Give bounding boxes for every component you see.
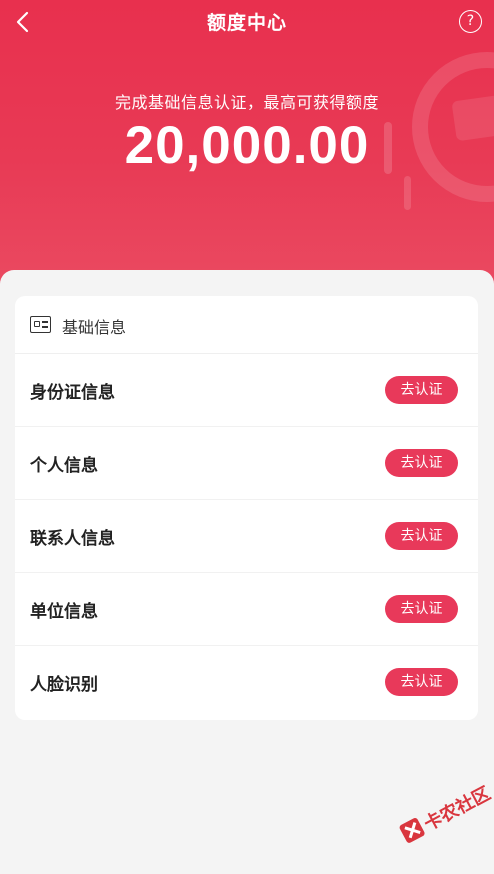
nav-bar: 额度中心 ? xyxy=(0,0,494,44)
id-card-icon xyxy=(30,316,51,333)
verify-button[interactable]: 去认证 xyxy=(385,449,458,477)
page: 额度中心 ? 完成基础信息认证，最高可获得额度 20,000.00 基础信息 身… xyxy=(0,0,494,874)
list-item-id-card[interactable]: 身份证信息 去认证 xyxy=(15,354,478,427)
card-title: 基础信息 xyxy=(62,318,127,337)
credit-amount: 20,000.00 xyxy=(124,116,370,175)
verify-button[interactable]: 去认证 xyxy=(385,376,458,404)
question-circle-icon[interactable]: ? xyxy=(459,10,482,33)
hero-subtitle: 完成基础信息认证，最高可获得额度 xyxy=(114,93,379,112)
list-item-label: 身份证信息 xyxy=(30,383,115,403)
list-item-personal-info[interactable]: 个人信息 去认证 xyxy=(15,427,478,500)
card-header: 基础信息 xyxy=(15,296,478,354)
verify-button[interactable]: 去认证 xyxy=(385,595,458,623)
list-item-contacts[interactable]: 联系人信息 去认证 xyxy=(15,500,478,573)
list-item-label: 人脸识别 xyxy=(30,675,98,695)
page-title: 额度中心 xyxy=(206,12,287,34)
decorative-bar xyxy=(404,176,411,210)
watermark-logo-icon xyxy=(398,816,426,844)
list-item-employer[interactable]: 单位信息 去认证 xyxy=(15,573,478,646)
list-item-label: 单位信息 xyxy=(30,602,98,622)
basic-info-card: 基础信息 身份证信息 去认证 个人信息 去认证 联系人信息 去认证 单位信息 去… xyxy=(15,296,478,720)
list-item-label: 联系人信息 xyxy=(30,529,115,549)
hero-banner: 额度中心 ? 完成基础信息认证，最高可获得额度 20,000.00 xyxy=(0,0,494,290)
list-item-face-recognition[interactable]: 人脸识别 去认证 xyxy=(15,646,478,719)
list-item-label: 个人信息 xyxy=(30,456,98,476)
verify-button[interactable]: 去认证 xyxy=(385,522,458,550)
verify-button[interactable]: 去认证 xyxy=(385,668,458,696)
